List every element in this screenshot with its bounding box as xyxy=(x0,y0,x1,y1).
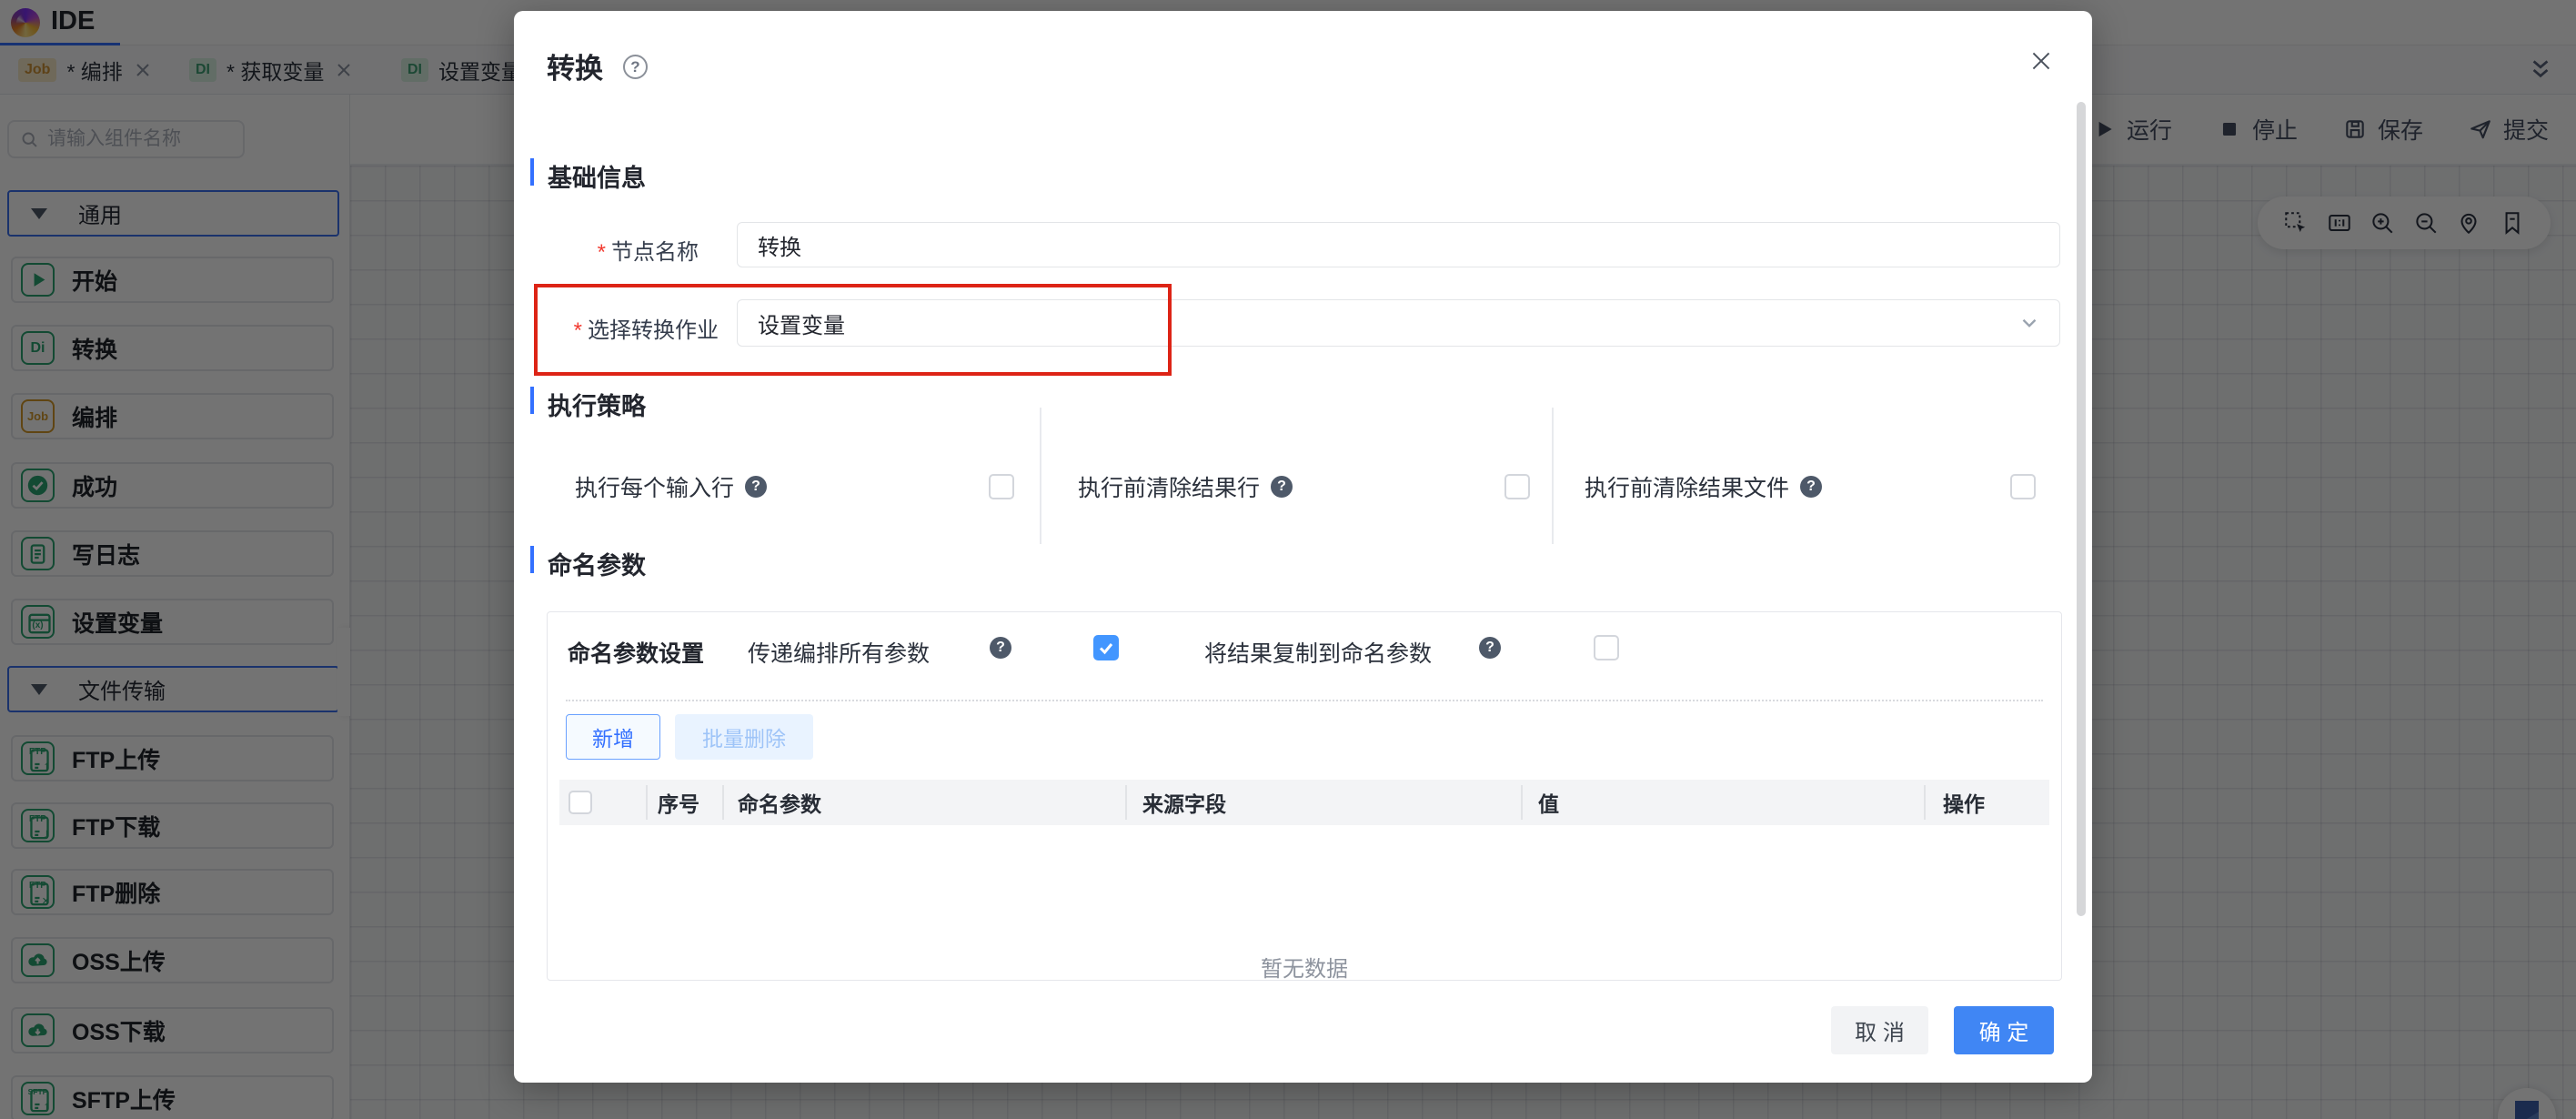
node-name-label: *节点名称 xyxy=(559,234,699,266)
screen: IDE Job * 编排 DI * 获取变量 DI 设置变量 xyxy=(0,0,2576,1119)
copy-result-label: 将结果复制到命名参数 xyxy=(1204,636,1432,669)
exec-option-row: 执行前清除结果文件 ? xyxy=(1585,461,2036,512)
transform-modal: 转换 ? 基础信息 *节点名称 *选择转换作业 设置变量 执行策略 执行每个输入… xyxy=(514,11,2092,1083)
add-param-button[interactable]: 新增 xyxy=(566,714,660,760)
copy-result-checkbox[interactable] xyxy=(1594,635,1619,660)
close-icon[interactable] xyxy=(2028,47,2055,75)
node-name-input[interactable] xyxy=(737,222,2060,267)
exec-checkbox-every-row[interactable] xyxy=(989,474,1014,499)
column-header-actions: 操作 xyxy=(1943,780,1985,825)
modal-title: 转换 xyxy=(547,45,603,86)
column-header-named-param: 命名参数 xyxy=(738,780,821,825)
section-accent-bar xyxy=(530,158,534,186)
exec-checkbox-clear-files[interactable] xyxy=(2010,474,2036,499)
column-divider xyxy=(646,785,648,820)
section-title-exec: 执行策略 xyxy=(548,387,646,422)
params-settings-label: 命名参数设置 xyxy=(568,636,704,669)
section-accent-bar xyxy=(530,387,534,414)
help-icon[interactable]: ? xyxy=(1479,637,1501,659)
help-icon[interactable]: ? xyxy=(990,637,1011,659)
params-table-header: 序号 命名参数 来源字段 值 操作 xyxy=(559,780,2049,825)
exec-option-row: 执行每个输入行 ? xyxy=(575,461,1014,512)
column-header-source-field: 来源字段 xyxy=(1142,780,1226,825)
pass-all-params-checkbox[interactable] xyxy=(1093,635,1119,660)
chevron-down-icon xyxy=(2018,311,2041,335)
help-icon[interactable]: ? xyxy=(745,476,767,498)
dotted-divider xyxy=(566,700,2043,701)
named-params-panel: 命名参数设置 传递编排所有参数 ? 将结果复制到命名参数 ? 新增 批量删除 序… xyxy=(547,611,2062,981)
column-divider xyxy=(722,785,724,820)
divider xyxy=(1040,408,1041,544)
exec-checkbox-clear-rows[interactable] xyxy=(1504,474,1530,499)
column-divider xyxy=(1125,785,1127,820)
section-title-named-params: 命名参数 xyxy=(548,546,646,581)
cancel-button[interactable]: 取 消 xyxy=(1831,1006,1928,1054)
annotation-highlight-rect xyxy=(534,284,1172,376)
help-icon[interactable]: ? xyxy=(1271,476,1293,498)
section-accent-bar xyxy=(530,546,534,573)
empty-table-placeholder: 暂无数据 xyxy=(548,951,2061,983)
confirm-button[interactable]: 确 定 xyxy=(1954,1006,2054,1054)
column-header-value: 值 xyxy=(1538,780,1559,825)
select-all-checkbox[interactable] xyxy=(569,780,592,825)
help-icon[interactable]: ? xyxy=(1800,476,1822,498)
modal-scrollbar-thumb[interactable] xyxy=(2077,102,2086,916)
divider xyxy=(1552,408,1554,544)
column-divider xyxy=(1521,785,1523,820)
column-header-index: 序号 xyxy=(658,780,699,825)
exec-option-row: 执行前清除结果行 ? xyxy=(1078,461,1530,512)
section-title-basic: 基础信息 xyxy=(548,158,646,194)
column-divider xyxy=(1924,785,1926,820)
batch-delete-button[interactable]: 批量删除 xyxy=(675,714,813,760)
help-icon[interactable]: ? xyxy=(623,55,648,79)
pass-all-params-label: 传递编排所有参数 xyxy=(748,636,930,669)
